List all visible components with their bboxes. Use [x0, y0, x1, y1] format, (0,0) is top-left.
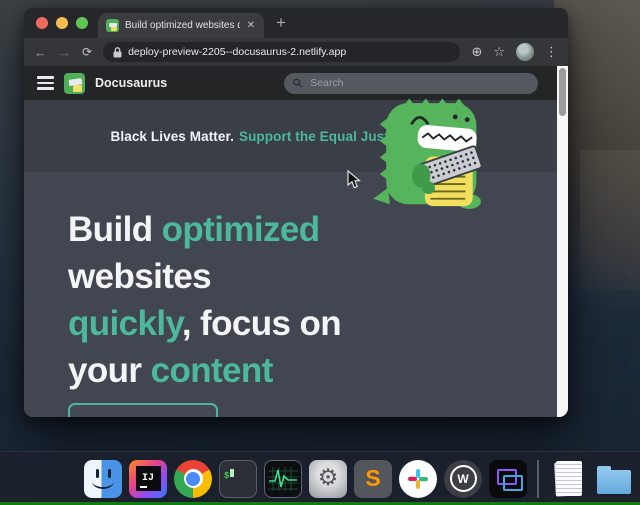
- docusaurus-logo[interactable]: [64, 73, 85, 94]
- minimize-window-button[interactable]: [56, 17, 68, 29]
- window-controls: [24, 8, 98, 38]
- hero-word: , focus on: [182, 304, 341, 343]
- docusaurus-favicon: [106, 19, 119, 32]
- address-bar[interactable]: deploy-preview-2205--docusaurus-2.netlif…: [103, 42, 460, 62]
- desktop: Build optimized websites quick ✕ + ← → ⟳…: [0, 0, 640, 505]
- circle-plus-icon[interactable]: ⊕: [471, 44, 482, 60]
- hero-word: your: [68, 351, 141, 390]
- dock-chrome-icon[interactable]: [174, 460, 212, 498]
- banner-text: Black Lives Matter.: [111, 129, 234, 144]
- browser-toolbar: ← → ⟳ deploy-preview-2205--docusaurus-2.…: [24, 38, 568, 66]
- browser-tab[interactable]: Build optimized websites quick ✕: [98, 13, 264, 38]
- dock-terminal-icon[interactable]: $: [219, 460, 257, 498]
- zoom-window-button[interactable]: [76, 17, 88, 29]
- back-icon[interactable]: ←: [34, 45, 47, 60]
- docusaurus-dinosaur-illustration: [366, 80, 504, 220]
- bookmark-star-icon[interactable]: ☆: [493, 44, 505, 60]
- gear-icon: ⚙: [318, 467, 339, 490]
- dock-screens-icon[interactable]: [489, 460, 527, 498]
- hero-word: websites: [68, 257, 211, 296]
- close-window-button[interactable]: [36, 17, 48, 29]
- search-icon: [293, 78, 302, 88]
- dock-sublime-text-icon[interactable]: S: [354, 460, 392, 498]
- page-scrollbar-thumb[interactable]: [559, 68, 566, 116]
- forward-icon[interactable]: →: [58, 45, 71, 60]
- dock-separator: [537, 460, 539, 498]
- page-viewport: Docusaurus Black Lives Matter. Support t…: [24, 66, 568, 417]
- dock-activity-monitor-icon[interactable]: [264, 460, 302, 498]
- mouse-cursor: [347, 170, 361, 190]
- dock-slack-icon[interactable]: [399, 460, 437, 498]
- hero-word-accent: quickly: [68, 304, 182, 343]
- profile-avatar[interactable]: [516, 43, 534, 61]
- dock-workplace-icon[interactable]: W: [444, 460, 482, 498]
- toolbar-right: ⊕ ☆ ⋮: [471, 43, 558, 61]
- hero-word: Build: [68, 210, 152, 249]
- get-started-button[interactable]: [68, 403, 218, 417]
- hero-section: Build optimized websites quickly, focus …: [24, 172, 568, 417]
- url-text: deploy-preview-2205--docusaurus-2.netlif…: [128, 46, 346, 58]
- site-brand[interactable]: Docusaurus: [95, 76, 167, 90]
- slack-hash-icon: [407, 468, 429, 490]
- page-scrollbar[interactable]: [557, 66, 568, 417]
- reload-icon[interactable]: ⟳: [82, 45, 92, 59]
- browser-window: Build optimized websites quick ✕ + ← → ⟳…: [24, 8, 568, 417]
- lock-icon: [113, 47, 122, 58]
- hero-word-accent: content: [151, 351, 273, 390]
- hero-word-accent: optimized: [162, 210, 320, 249]
- tab-close-icon[interactable]: ✕: [246, 20, 256, 31]
- dock-downloads-folder-icon[interactable]: [594, 460, 632, 498]
- browser-menu-icon[interactable]: ⋮: [545, 44, 558, 60]
- dock-system-preferences-icon[interactable]: ⚙: [309, 460, 347, 498]
- tab-title: Build optimized websites quick: [125, 20, 240, 31]
- dock-intellij-idea-icon[interactable]: IJ: [129, 460, 167, 498]
- dock: IJ $ ⚙ S W: [0, 451, 640, 505]
- tab-strip: Build optimized websites quick ✕ +: [24, 8, 568, 38]
- dock-finder-icon[interactable]: [84, 460, 122, 498]
- new-tab-button[interactable]: +: [264, 8, 298, 38]
- wallpaper-cliff-shade: [580, 150, 640, 310]
- hamburger-menu-icon[interactable]: [37, 76, 54, 89]
- hero-heading: Build optimized websites quickly, focus …: [24, 172, 398, 394]
- dock-documents-stack-icon[interactable]: [549, 460, 587, 498]
